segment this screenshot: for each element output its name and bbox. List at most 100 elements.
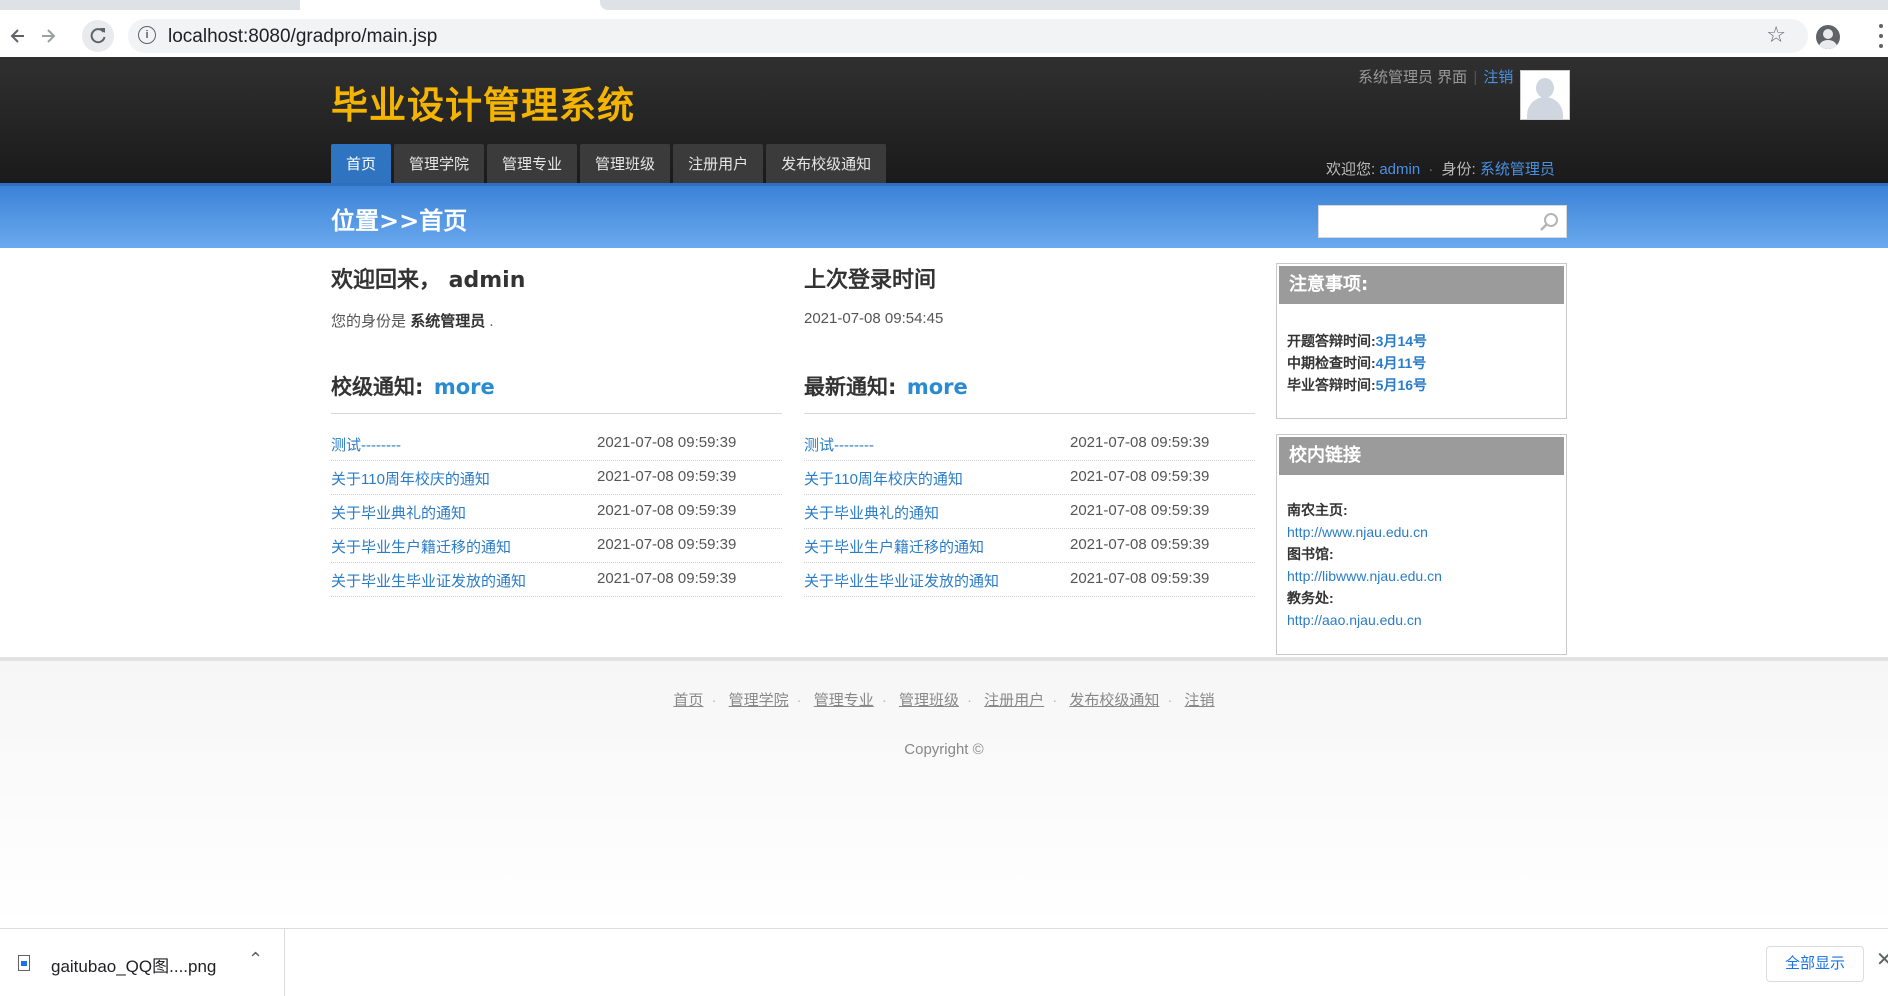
notice-link[interactable]: 测试-------- xyxy=(331,434,401,455)
nav-manage-major[interactable]: 管理专业 xyxy=(487,144,578,185)
search-input[interactable] xyxy=(1325,211,1529,233)
footer-sep: · xyxy=(711,692,717,709)
notice-time: 2021-07-08 09:59:39 xyxy=(1070,502,1210,519)
latest-notice-header: 最新通知: more xyxy=(804,371,1255,414)
star-icon[interactable]: ☆ xyxy=(1766,22,1786,48)
menu-icon[interactable] xyxy=(1878,24,1884,48)
list-item: 关于110周年校庆的通知 2021-07-08 09:59:39 xyxy=(804,462,1255,495)
notice-link[interactable]: 关于毕业生毕业证发放的通知 xyxy=(804,570,999,591)
back-icon[interactable] xyxy=(2,20,34,52)
note-value: 4月11号 xyxy=(1375,355,1427,371)
copyright: Copyright © xyxy=(904,741,984,758)
notice-link[interactable]: 关于毕业生户籍迁移的通知 xyxy=(804,536,984,557)
latest-notice-list: 测试-------- 2021-07-08 09:59:39 关于110周年校庆的… xyxy=(804,428,1255,598)
note-row: 开题答辩时间:3月14号 xyxy=(1277,330,1566,352)
show-all-button[interactable]: 全部显示 xyxy=(1766,946,1864,982)
footer-link-college[interactable]: 管理学院 xyxy=(729,692,789,709)
browser-toolbar: i localhost:8080/gradpro/main.jsp ☆ xyxy=(0,16,1888,56)
info-icon[interactable]: i xyxy=(138,26,156,44)
forward-icon[interactable] xyxy=(32,20,64,52)
notice-time: 2021-07-08 09:59:39 xyxy=(597,468,737,485)
search-icon[interactable] xyxy=(1538,211,1560,233)
notice-time: 2021-07-08 09:59:39 xyxy=(597,570,737,587)
footer-link-notice[interactable]: 发布校级通知 xyxy=(1069,692,1159,709)
header-user-links: 系统管理员 界面 | 注销 xyxy=(1358,66,1513,87)
identity-line-suffix: . xyxy=(489,313,494,330)
address-url[interactable]: localhost:8080/gradpro/main.jsp xyxy=(168,26,437,48)
last-login-title: 上次登录时间 xyxy=(804,268,937,293)
identity-line: 您的身份是 系统管理员 . xyxy=(331,310,782,330)
nav-publish-notice[interactable]: 发布校级通知 xyxy=(766,144,887,185)
notice-link[interactable]: 关于110周年校庆的通知 xyxy=(804,468,963,489)
school-notice-header: 校级通知: more xyxy=(331,371,782,414)
notice-time: 2021-07-08 09:59:39 xyxy=(1070,570,1210,587)
note-row: 中期检查时间:4月11号 xyxy=(1277,352,1566,374)
footer-link-class[interactable]: 管理班级 xyxy=(899,692,959,709)
school-notice-more-link[interactable]: more xyxy=(434,375,495,399)
address-bar[interactable]: i localhost:8080/gradpro/main.jsp ☆ xyxy=(128,19,1808,53)
school-notice-title: 校级通知: xyxy=(331,375,424,399)
reload-icon[interactable] xyxy=(82,20,114,52)
tab-strip xyxy=(0,0,1888,16)
footer-link-logout[interactable]: 注销 xyxy=(1185,692,1215,709)
tab-strip-left xyxy=(0,0,300,10)
breadcrumb-bar: 位置>>首页 xyxy=(0,183,1888,248)
notice-link[interactable]: 关于毕业典礼的通知 xyxy=(331,502,466,523)
nav-home[interactable]: 首页 xyxy=(331,144,392,185)
footer-link-register[interactable]: 注册用户 xyxy=(984,692,1044,709)
note-label: 毕业答辩时间: xyxy=(1287,377,1376,393)
campus-links-body: 南农主页: http://www.njau.edu.cn 图书馆: http:/… xyxy=(1277,477,1566,631)
download-item[interactable]: gaitubao_QQ图....png ⌃ xyxy=(0,929,285,996)
campus-links-panel: 校内链接 南农主页: http://www.njau.edu.cn 图书馆: h… xyxy=(1276,434,1567,655)
breadcrumb: 位置>>首页 xyxy=(331,207,468,235)
list-item: 关于毕业典礼的通知 2021-07-08 09:59:39 xyxy=(331,496,782,529)
chevron-up-icon[interactable]: ⌃ xyxy=(248,949,263,970)
footer-link-major[interactable]: 管理专业 xyxy=(814,692,874,709)
nav-manage-college[interactable]: 管理学院 xyxy=(394,144,485,185)
logout-link[interactable]: 注销 xyxy=(1483,69,1513,86)
school-notice-list: 测试-------- 2021-07-08 09:59:39 关于110周年校庆的… xyxy=(331,428,782,598)
last-login-time: 2021-07-08 09:54:45 xyxy=(804,310,944,327)
list-item: 测试-------- 2021-07-08 09:59:39 xyxy=(331,428,782,461)
search-box[interactable] xyxy=(1318,205,1567,238)
footer-link-home[interactable]: 首页 xyxy=(673,692,703,709)
list-item: 关于110周年校庆的通知 2021-07-08 09:59:39 xyxy=(331,462,782,495)
notice-link[interactable]: 关于110周年校庆的通知 xyxy=(331,468,490,489)
notes-title: 注意事项: xyxy=(1279,266,1564,304)
list-item: 关于毕业典礼的通知 2021-07-08 09:59:39 xyxy=(804,496,1255,529)
latest-notice-more-link[interactable]: more xyxy=(907,375,968,399)
footer-sep: · xyxy=(796,692,802,709)
note-value: 5月16号 xyxy=(1375,377,1428,393)
list-item: 关于毕业生毕业证发放的通知 2021-07-08 09:59:39 xyxy=(804,564,1255,597)
list-item: 测试-------- 2021-07-08 09:59:39 xyxy=(804,428,1255,461)
campus-link[interactable]: http://libwww.njau.edu.cn xyxy=(1287,565,1556,587)
close-icon[interactable]: ✕ xyxy=(1876,947,1888,972)
notice-link[interactable]: 关于毕业生毕业证发放的通知 xyxy=(331,570,526,591)
avatar xyxy=(1520,70,1570,120)
download-filename[interactable]: gaitubao_QQ图....png xyxy=(51,952,216,977)
site-header: 毕业设计管理系统 系统管理员 界面 | 注销 首页 管理学院 管理专业 管理班级… xyxy=(0,57,1888,185)
notice-link[interactable]: 关于毕业典礼的通知 xyxy=(804,502,939,523)
list-item: 关于毕业生户籍迁移的通知 2021-07-08 09:59:39 xyxy=(804,530,1255,563)
notice-link[interactable]: 测试-------- xyxy=(804,434,874,455)
username-link[interactable]: admin xyxy=(1379,161,1420,178)
profile-icon[interactable] xyxy=(1816,25,1840,49)
tab-strip-right xyxy=(600,0,1888,10)
header-separator: | xyxy=(1473,69,1478,86)
campus-link[interactable]: http://aao.njau.edu.cn xyxy=(1287,609,1556,631)
footer-sep: · xyxy=(1052,692,1058,709)
welcome-title: 欢迎回来， admin xyxy=(331,268,526,293)
middle-column: 上次登录时间 2021-07-08 09:54:45 最新通知: more 测试… xyxy=(804,266,1255,597)
identity-value: 系统管理员 xyxy=(410,313,486,330)
campus-link[interactable]: http://www.njau.edu.cn xyxy=(1287,521,1556,543)
notice-link[interactable]: 关于毕业生户籍迁移的通知 xyxy=(331,536,511,557)
nav-register-user[interactable]: 注册用户 xyxy=(673,144,764,185)
identity-prefix: 身份: xyxy=(1441,161,1476,178)
nav-manage-class[interactable]: 管理班级 xyxy=(580,144,671,185)
latest-notice-title: 最新通知: xyxy=(804,375,897,399)
welcome-info: 欢迎您: admin · 身份: 系统管理员 xyxy=(1326,158,1555,179)
identity-link[interactable]: 系统管理员 xyxy=(1480,161,1555,178)
notice-time: 2021-07-08 09:59:39 xyxy=(1070,468,1210,485)
site-logo: 毕业设计管理系统 xyxy=(331,84,635,127)
footer-nav: 首页 · 管理学院 · 管理专业 · 管理班级 · 注册用户 · 发布校级通知 · 注销 xyxy=(0,689,1888,710)
